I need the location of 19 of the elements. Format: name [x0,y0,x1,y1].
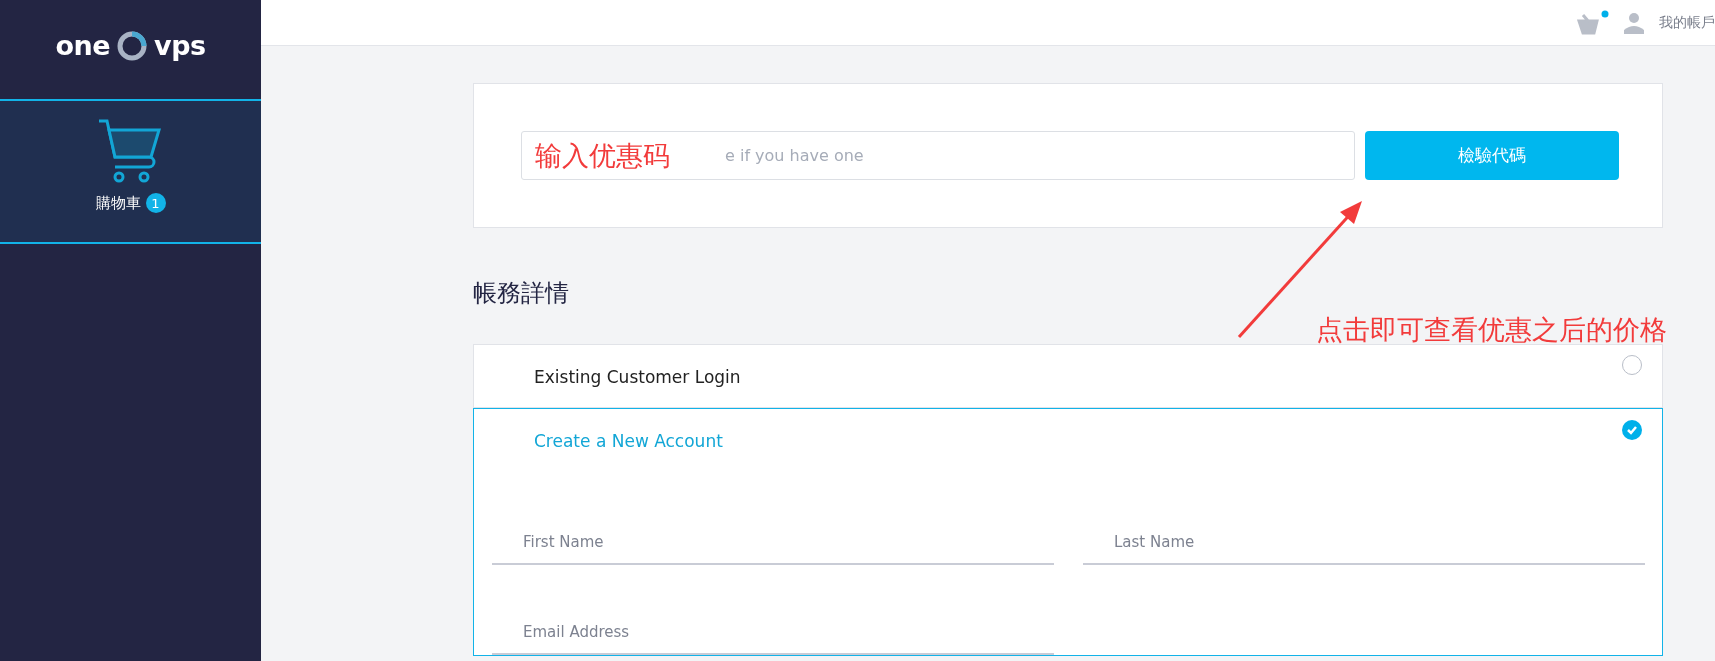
checked-radio-icon[interactable] [1622,420,1642,440]
section-heading: 帳務詳情 [473,278,569,309]
logo-text: vps [154,30,206,61]
text-field[interactable]: Last Name [1083,521,1645,565]
count-badge: 1 [145,193,166,213]
ring-icon [116,29,149,62]
text-field[interactable]: First Name [492,521,1054,565]
sidebar-item[interactable]: 購物車 1 [0,99,261,244]
annotation-text: 输入优惠码 [535,139,670,173]
account-link[interactable]: 我的帳戶 [1659,13,1715,32]
sidebar-item-label: 購物車 [95,193,141,213]
account-option-label[interactable]: Existing Customer Login [534,367,741,387]
user-icon[interactable] [1623,11,1645,34]
annotation-text: 点击即可查看优惠之后的价格 [1316,313,1667,347]
validate-code-button[interactable]: 檢驗代碼 [1365,131,1619,180]
account-option-label[interactable]: Create a New Account [534,431,723,451]
logo-text: one [55,30,111,61]
radio-button[interactable] [1622,355,1642,375]
text-field[interactable]: Email Address [492,611,1054,655]
